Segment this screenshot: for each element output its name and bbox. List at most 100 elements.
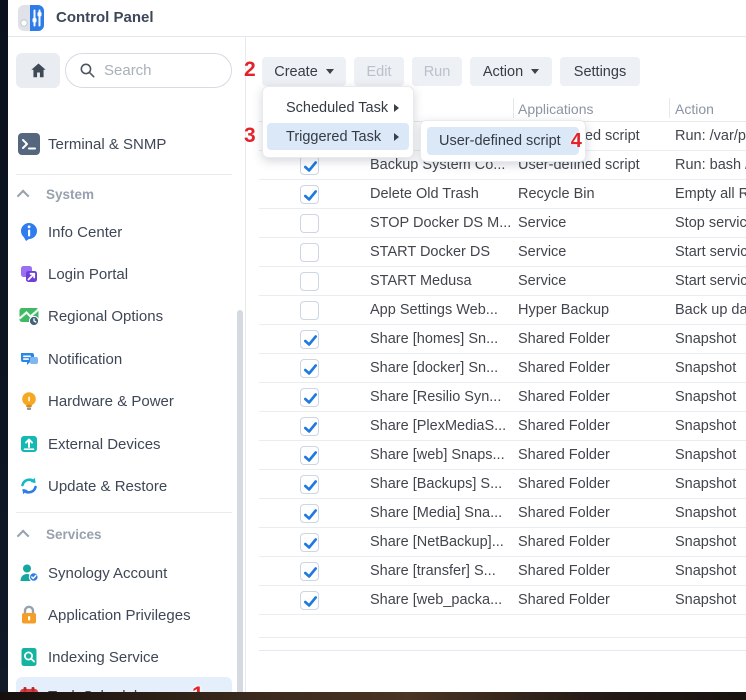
row-checkbox[interactable] [300, 156, 319, 175]
menu-item-label: Triggered Task [286, 129, 381, 145]
submenu-arrow-icon [394, 133, 399, 141]
search-input[interactable] [104, 62, 214, 79]
menu-item-user-defined-script[interactable]: User-defined script 4 [427, 127, 579, 155]
annotation-1: 1 [192, 683, 204, 692]
table-row[interactable]: Share [PlexMediaS... Shared Folder Snaps… [246, 412, 746, 441]
row-checkbox[interactable] [300, 359, 319, 378]
row-checkbox[interactable] [300, 475, 319, 494]
create-dropdown-menu: Scheduled Task Triggered Task [262, 86, 414, 158]
column-separator [513, 98, 514, 118]
task-name-cell: Share [Resilio Syn... [370, 383, 501, 412]
section-label: Services [46, 527, 102, 542]
row-checkbox[interactable] [300, 446, 319, 465]
table-row[interactable]: Share [transfer] S... Shared Folder Snap… [246, 557, 746, 586]
menu-item-triggered-task[interactable]: Triggered Task [267, 123, 409, 150]
sidebar-item-login-portal[interactable]: Login Portal [16, 259, 232, 289]
row-checkbox[interactable] [300, 388, 319, 407]
sidebar-item-synology-account[interactable]: Synology Account [16, 558, 232, 588]
sidebar-item-hardware-power[interactable]: Hardware & Power [16, 386, 232, 416]
chevron-up-icon [17, 529, 30, 542]
home-button[interactable] [16, 53, 60, 88]
action-button[interactable]: Action [470, 57, 552, 86]
table-row[interactable]: Share [NetBackup]... Shared Folder Snaps… [246, 528, 746, 557]
task-name-cell: Share [NetBackup]... [370, 528, 504, 557]
row-checkbox[interactable] [300, 562, 319, 581]
row-checkbox[interactable] [300, 591, 319, 610]
sidebar-item-label: Notification [48, 351, 122, 368]
row-checkbox[interactable] [300, 330, 319, 349]
row-checkbox[interactable] [300, 301, 319, 320]
control-panel-icon [18, 5, 44, 36]
action-cell: Run: /var/p [675, 122, 746, 151]
sidebar-scrollbar[interactable] [237, 310, 243, 692]
task-table: User-defined script Run: /var/p Backup S… [246, 122, 746, 615]
table-row[interactable]: Share [homes] Sn... Shared Folder Snapsh… [246, 325, 746, 354]
regional-options-icon [18, 305, 40, 327]
lightbulb-icon [18, 390, 40, 412]
sidebar-item-label: Login Portal [48, 266, 128, 283]
task-name-cell: Share [PlexMediaS... [370, 412, 506, 441]
sidebar-item-notification[interactable]: Notification [16, 344, 232, 374]
check-icon [302, 390, 319, 407]
action-cell: Snapshot [675, 412, 736, 441]
sidebar-item-info-center[interactable]: Info Center [16, 217, 232, 247]
update-restore-icon [18, 475, 40, 497]
table-row[interactable]: START Medusa Service Start servic [246, 267, 746, 296]
action-cell: Snapshot [675, 383, 736, 412]
row-checkbox[interactable] [300, 243, 319, 262]
menu-item-label: Scheduled Task [286, 100, 388, 116]
table-row[interactable]: Share [Media] Sna... Shared Folder Snaps… [246, 499, 746, 528]
table-row[interactable]: Share [Backups] S... Shared Folder Snaps… [246, 470, 746, 499]
sidebar-item-update-restore[interactable]: Update & Restore [16, 471, 232, 501]
row-checkbox[interactable] [300, 417, 319, 436]
sidebar-item-label: Synology Account [48, 565, 167, 582]
table-row[interactable]: Share [Resilio Syn... Shared Folder Snap… [246, 383, 746, 412]
row-checkbox[interactable] [300, 533, 319, 552]
column-header-action[interactable]: Action [675, 96, 714, 122]
application-cell: Service [518, 267, 566, 296]
sidebar-section-system[interactable]: System [20, 183, 232, 205]
column-header-applications[interactable]: Applications [518, 96, 594, 122]
sidebar-item-application-privileges[interactable]: Application Privileges [16, 600, 232, 630]
create-button-label: Create [274, 64, 318, 80]
table-footer-line [259, 637, 746, 638]
row-checkbox[interactable] [300, 272, 319, 291]
table-row[interactable]: Share [docker] Sn... Shared Folder Snaps… [246, 354, 746, 383]
desktop-wallpaper-strip [0, 692, 746, 700]
sidebar-item-external-devices[interactable]: External Devices [16, 429, 232, 459]
check-icon [302, 448, 319, 465]
check-icon [302, 593, 319, 610]
search-box[interactable] [65, 53, 232, 88]
run-button[interactable]: Run [412, 57, 462, 86]
menu-item-scheduled-task[interactable]: Scheduled Task [267, 94, 409, 121]
calendar-icon [18, 685, 40, 692]
table-row[interactable]: Delete Old Trash Recycle Bin Empty all R [246, 180, 746, 209]
sidebar: Terminal & SNMP System Info Center Login… [8, 37, 246, 692]
table-row[interactable]: STOP Docker DS M... Service Stop servic [246, 209, 746, 238]
sidebar-divider [16, 512, 232, 513]
sidebar-item-label: Task Scheduler [48, 688, 151, 693]
edit-button[interactable]: Edit [354, 57, 404, 86]
table-row[interactable]: Share [web] Snaps... Shared Folder Snaps… [246, 441, 746, 470]
action-cell: Snapshot [675, 325, 736, 354]
sidebar-item-terminal-snmp[interactable]: Terminal & SNMP [16, 129, 232, 159]
row-checkbox[interactable] [300, 504, 319, 523]
table-row[interactable]: App Settings Web... Hyper Backup Back up… [246, 296, 746, 325]
table-row[interactable]: Share [web_packa... Shared Folder Snapsh… [246, 586, 746, 615]
action-button-label: Action [483, 64, 523, 80]
application-cell: Recycle Bin [518, 180, 595, 209]
application-cell: Shared Folder [518, 325, 610, 354]
settings-button[interactable]: Settings [560, 57, 640, 86]
create-button[interactable]: Create [262, 57, 346, 86]
application-cell: Shared Folder [518, 354, 610, 383]
table-row[interactable]: START Docker DS Service Start servic [246, 238, 746, 267]
row-checkbox[interactable] [300, 185, 319, 204]
check-icon [302, 419, 319, 436]
sidebar-item-regional-options[interactable]: Regional Options [16, 301, 232, 331]
sidebar-item-indexing-service[interactable]: Indexing Service [16, 642, 232, 672]
sidebar-item-label: Indexing Service [48, 649, 159, 666]
row-checkbox[interactable] [300, 214, 319, 233]
check-icon [302, 477, 319, 494]
sidebar-item-label: Update & Restore [48, 478, 167, 495]
sidebar-section-services[interactable]: Services [20, 523, 232, 545]
